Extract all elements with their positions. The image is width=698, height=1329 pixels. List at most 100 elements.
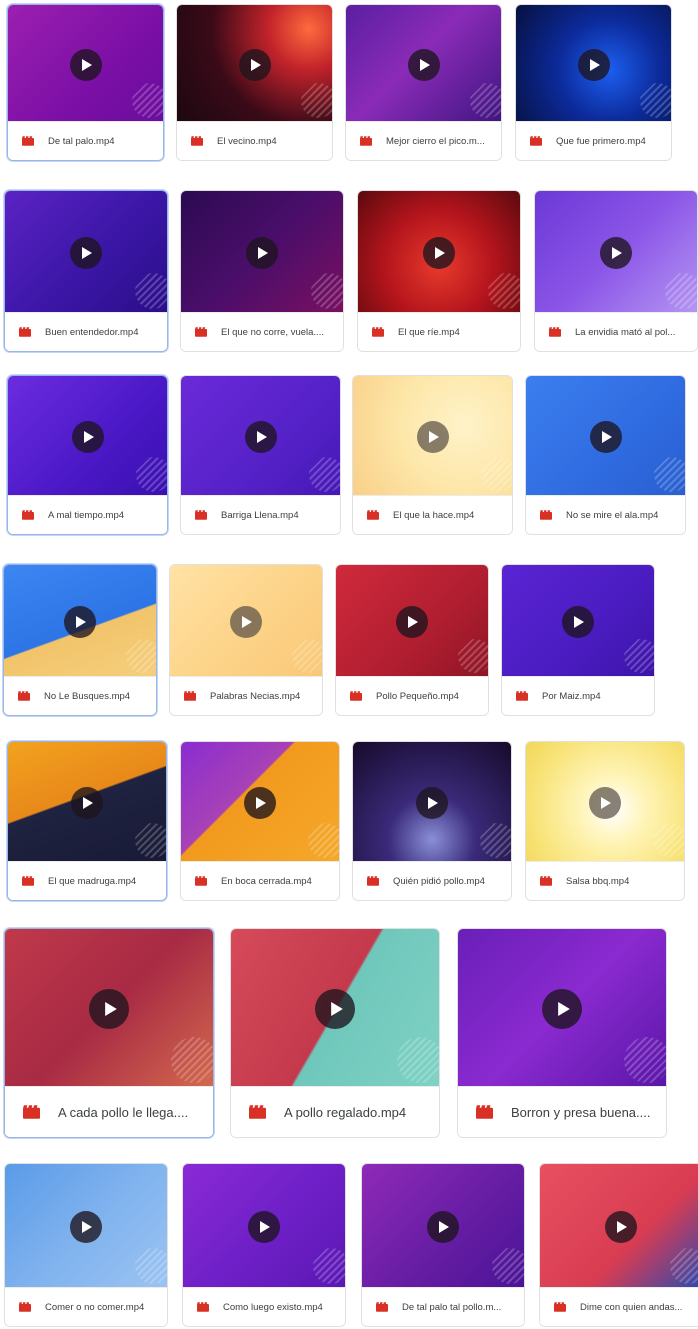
video-thumbnail[interactable] [8,5,163,124]
video-thumbnail[interactable] [183,1164,345,1290]
decorative-stripes [492,1248,524,1284]
video-thumbnail[interactable] [535,191,697,315]
file-label: De tal palo tal pollo.m... [362,1287,524,1326]
play-icon[interactable] [89,989,129,1029]
play-icon[interactable] [562,606,594,638]
play-icon[interactable] [589,421,622,453]
file-card[interactable]: Pollo Pequeño.mp4 [335,564,489,716]
file-card[interactable]: A pollo regalado.mp4 [230,928,440,1138]
file-label: A cada pollo le llega.... [5,1086,213,1137]
file-card[interactable]: Palabras Necias.mp4 [169,564,323,716]
play-icon[interactable] [248,1211,280,1243]
play-icon[interactable] [416,421,449,453]
video-thumbnail[interactable] [181,376,340,498]
play-icon[interactable] [416,787,448,819]
video-thumbnail[interactable] [170,565,322,679]
play-icon[interactable] [396,606,428,638]
video-file-icon [372,327,384,337]
video-thumbnail[interactable] [5,191,167,315]
file-label: Mejor cierro el pico.m... [346,121,501,160]
file-card[interactable]: Mejor cierro el pico.m... [345,4,502,161]
video-thumbnail[interactable] [516,5,671,124]
play-icon[interactable] [423,237,455,269]
video-thumbnail[interactable] [540,1164,698,1290]
file-card[interactable]: El que la hace.mp4 [352,375,513,535]
video-file-icon [19,1302,31,1312]
file-card[interactable]: En boca cerrada.mp4 [180,741,340,901]
file-card[interactable]: No Le Busques.mp4 [3,564,157,716]
play-icon[interactable] [589,787,621,819]
video-thumbnail[interactable] [526,376,685,498]
file-card[interactable]: Como luego existo.mp4 [182,1163,346,1327]
file-card[interactable]: Quién pidió pollo.mp4 [352,741,512,901]
file-name: No se mire el ala.mp4 [566,509,659,521]
file-card[interactable]: A cada pollo le llega.... [4,928,214,1138]
video-thumbnail[interactable] [358,191,520,315]
file-label: Pollo Pequeño.mp4 [336,676,488,715]
play-icon[interactable] [577,48,610,81]
video-thumbnail[interactable] [336,565,488,679]
video-thumbnail[interactable] [8,742,166,864]
file-card[interactable]: De tal palo tal pollo.m... [361,1163,525,1327]
file-label: Borron y presa buena.... [458,1086,666,1137]
file-card[interactable]: A mal tiempo.mp4 [7,375,168,535]
play-icon[interactable] [605,1211,637,1243]
play-icon[interactable] [315,989,355,1029]
file-name: Quién pidió pollo.mp4 [393,875,485,887]
play-icon[interactable] [64,606,96,638]
file-card[interactable]: El vecino.mp4 [176,4,333,161]
file-card[interactable]: Dime con quien andas... [539,1163,698,1327]
play-icon[interactable] [70,237,102,269]
file-card[interactable]: El que ríe.mp4 [357,190,521,352]
decorative-stripes [292,639,322,673]
file-card[interactable]: Barriga Llena.mp4 [180,375,341,535]
play-icon[interactable] [542,989,582,1029]
video-thumbnail[interactable] [231,929,439,1089]
video-thumbnail[interactable] [346,5,501,124]
video-thumbnail[interactable] [4,565,156,679]
file-card[interactable]: El que no corre, vuela.... [180,190,344,352]
file-card[interactable]: Salsa bbq.mp4 [525,741,685,901]
file-label: Palabras Necias.mp4 [170,676,322,715]
video-thumbnail[interactable] [362,1164,524,1290]
file-label: El que la hace.mp4 [353,495,512,534]
file-name: Comer o no comer.mp4 [45,1301,145,1313]
video-thumbnail[interactable] [8,376,167,498]
video-thumbnail[interactable] [502,565,654,679]
video-thumbnail[interactable] [5,1164,167,1290]
file-card[interactable]: Buen entendedor.mp4 [4,190,168,352]
file-name: El vecino.mp4 [217,135,277,147]
play-icon[interactable] [71,421,104,453]
file-card[interactable]: El que madruga.mp4 [7,741,167,901]
video-thumbnail[interactable] [5,929,213,1089]
play-icon[interactable] [246,237,278,269]
video-file-icon [18,691,30,701]
play-icon[interactable] [230,606,262,638]
play-icon[interactable] [69,48,102,81]
video-file-icon [549,327,561,337]
play-icon[interactable] [600,237,632,269]
video-thumbnail[interactable] [181,191,343,315]
file-name: El que no corre, vuela.... [221,326,324,338]
file-card[interactable]: De tal palo.mp4 [7,4,164,161]
play-icon[interactable] [244,787,276,819]
file-card[interactable]: Que fue primero.mp4 [515,4,672,161]
play-icon[interactable] [427,1211,459,1243]
file-card[interactable]: Comer o no comer.mp4 [4,1163,168,1327]
video-thumbnail[interactable] [458,929,666,1089]
video-thumbnail[interactable] [353,376,512,498]
play-icon[interactable] [244,421,277,453]
video-thumbnail[interactable] [181,742,339,864]
play-icon[interactable] [71,787,103,819]
file-card[interactable]: Por Maiz.mp4 [501,564,655,716]
decorative-stripes [488,273,520,309]
video-thumbnail[interactable] [353,742,511,864]
file-card[interactable]: No se mire el ala.mp4 [525,375,686,535]
file-card[interactable]: Borron y presa buena.... [457,928,667,1138]
play-icon[interactable] [238,48,271,81]
play-icon[interactable] [70,1211,102,1243]
play-icon[interactable] [407,48,440,81]
file-card[interactable]: La envidia mató al pol... [534,190,698,352]
video-thumbnail[interactable] [177,5,332,124]
video-thumbnail[interactable] [526,742,684,864]
